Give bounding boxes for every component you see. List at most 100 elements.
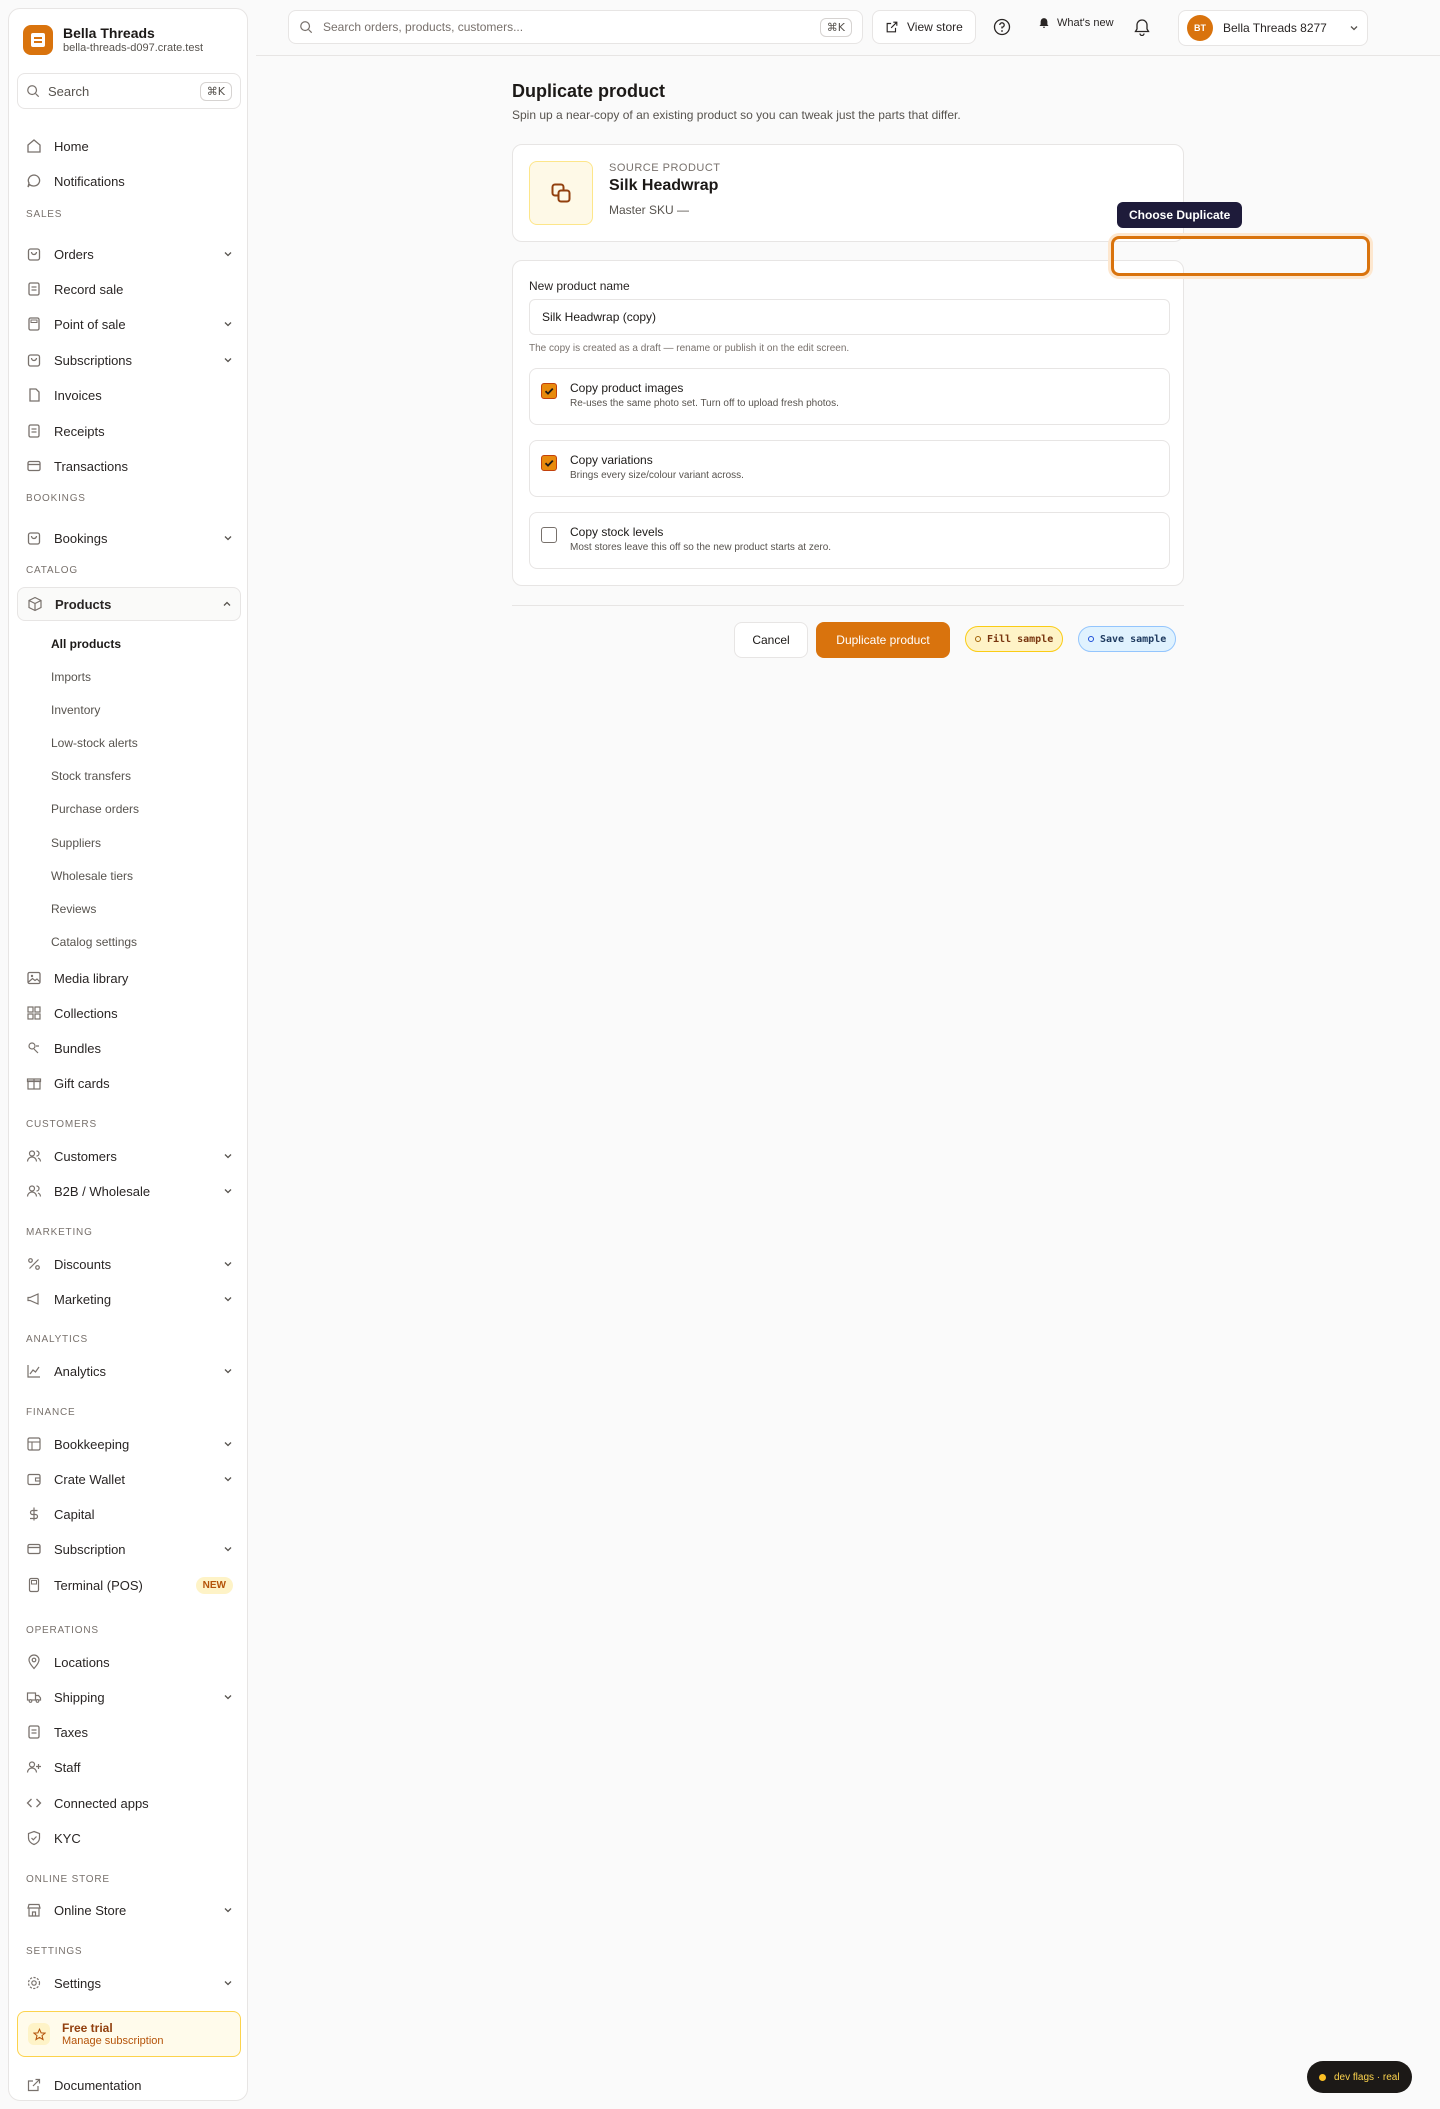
copy-stock-levels-checkbox[interactable] (541, 527, 557, 543)
option-title: Copy variations (570, 453, 653, 467)
dot-icon (975, 636, 981, 642)
sidebar-item-analytics[interactable]: Analytics (17, 1356, 241, 1386)
option-description: Brings every size/colour variant across. (570, 470, 744, 481)
sidebar-item-kyc[interactable]: KYC (17, 1823, 241, 1853)
image-icon (25, 969, 43, 987)
sidebar-item-label: Products (55, 596, 112, 612)
sidebar-item-notifications[interactable]: Notifications (17, 166, 241, 196)
option-description: Most stores leave this off so the new pr… (570, 542, 832, 553)
sidebar-item-bookings[interactable]: Bookings (17, 523, 241, 553)
brand[interactable]: Bella Threads bella-threads-d097.crate.t… (23, 25, 203, 55)
section-label-sales: SALES (26, 209, 63, 220)
sidebar-item-label: Gift cards (54, 1075, 110, 1091)
sidebar-subitem-purchase-orders[interactable]: Purchase orders (51, 802, 139, 816)
sidebar-item-products[interactable]: Products (17, 587, 241, 621)
sidebar-item-label: Settings (54, 1975, 101, 1991)
sidebar-item-label: Locations (54, 1654, 110, 1670)
sidebar-item-customers[interactable]: Customers (17, 1141, 241, 1171)
section-label-bookings: BOOKINGS (26, 493, 86, 504)
sidebar-item-collections[interactable]: Collections (17, 998, 241, 1028)
sidebar-item-locations[interactable]: Locations (17, 1647, 241, 1677)
source-product-kicker: SOURCE PRODUCT (609, 162, 721, 174)
sidebar-item-documentation[interactable]: Documentation (17, 2070, 241, 2100)
dev-flags-badge[interactable]: dev flags · real (1307, 2061, 1412, 2093)
truck-icon (25, 1688, 43, 1706)
credit-card-icon (25, 1540, 43, 1558)
section-label-finance: FINANCE (26, 1407, 76, 1418)
sidebar-item-discounts[interactable]: Discounts (17, 1249, 241, 1279)
sidebar-item-capital[interactable]: Capital (17, 1499, 241, 1529)
highlight-target-box[interactable] (1111, 236, 1370, 276)
sidebar-subitem-suppliers[interactable]: Suppliers (51, 836, 101, 850)
whats-new-button[interactable]: What's new (1038, 17, 1114, 29)
sidebar-item-marketing[interactable]: Marketing (17, 1284, 241, 1314)
sidebar-subitem-all-products[interactable]: All products (51, 637, 121, 651)
new-product-name-input[interactable] (529, 299, 1170, 335)
sidebar-item-transactions[interactable]: Transactions (17, 451, 241, 481)
sidebar-item-subscriptions[interactable]: Subscriptions (17, 345, 241, 375)
copy-variations-checkbox[interactable] (541, 455, 557, 471)
sidebar-item-taxes[interactable]: Taxes (17, 1717, 241, 1747)
sidebar-item-b2b-wholesale[interactable]: B2B / Wholesale (17, 1176, 241, 1206)
sidebar-item-bookkeeping[interactable]: Bookkeeping (17, 1429, 241, 1459)
option-copy-stock-levels[interactable]: Copy stock levels Most stores leave this… (529, 512, 1170, 569)
save-sample-button[interactable]: Save sample (1078, 626, 1177, 652)
copy-images-checkbox[interactable] (541, 383, 557, 399)
box-icon (26, 595, 44, 613)
sidebar-item-shipping[interactable]: Shipping (17, 1682, 241, 1712)
sidebar-item-label: Discounts (54, 1256, 112, 1272)
receipt-icon (25, 422, 43, 440)
sidebar: Bella Threads bella-threads-d097.crate.t… (8, 8, 248, 2101)
chevron-up-icon (223, 601, 231, 606)
sidebar-search[interactable]: Search ⌘K (17, 73, 241, 109)
duplicate-product-button[interactable]: Duplicate product (816, 622, 950, 658)
sidebar-item-receipts[interactable]: Receipts (17, 416, 241, 446)
account-menu[interactable]: BT Bella Threads 8277 (1178, 10, 1368, 46)
sidebar-item-staff[interactable]: Staff (17, 1752, 241, 1782)
chevron-down-icon (224, 1369, 232, 1374)
sidebar-item-point-of-sale[interactable]: Point of sale (17, 309, 241, 339)
sidebar-item-subscription[interactable]: Subscription (17, 1534, 241, 1564)
help-icon[interactable] (992, 17, 1012, 37)
free-trial-card[interactable]: Free trial Manage subscription (17, 2011, 241, 2057)
sidebar-item-crate-wallet[interactable]: Crate Wallet (17, 1464, 241, 1494)
duplicate-icon (529, 161, 593, 225)
sidebar-subitem-wholesale-tiers[interactable]: Wholesale tiers (51, 869, 133, 883)
chevron-down-icon (224, 1442, 232, 1447)
sidebar-subitem-imports[interactable]: Imports (51, 670, 91, 684)
sidebar-item-home[interactable]: Home (17, 131, 241, 161)
sidebar-item-terminal-pos[interactable]: Terminal (POS) NEW (17, 1570, 241, 1600)
sidebar-subitem-reviews[interactable]: Reviews (51, 902, 96, 916)
option-copy-variations[interactable]: Copy variations Brings every size/colour… (529, 440, 1170, 497)
manage-subscription-link[interactable]: Manage subscription (62, 2035, 164, 2047)
fill-sample-button[interactable]: Fill sample (965, 626, 1064, 652)
sidebar-item-connected-apps[interactable]: Connected apps (17, 1788, 241, 1818)
document-icon (25, 386, 43, 404)
global-search-input[interactable]: Search orders, products, customers... ⌘K (288, 10, 863, 44)
sidebar-item-settings[interactable]: Settings (17, 1968, 241, 1998)
source-product-sku: Master SKU — (609, 203, 690, 217)
sidebar-item-label: Online Store (54, 1902, 127, 1918)
sidebar-subitem-low-stock-alerts[interactable]: Low-stock alerts (51, 736, 138, 750)
sidebar-subitem-catalog-settings[interactable]: Catalog settings (51, 935, 137, 949)
sidebar-item-label: Notifications (54, 173, 125, 189)
sidebar-subitem-stock-transfers[interactable]: Stock transfers (51, 769, 131, 783)
sidebar-item-invoices[interactable]: Invoices (17, 380, 241, 410)
chevron-down-icon (224, 536, 232, 541)
sidebar-item-label: Home (54, 138, 89, 154)
cancel-button[interactable]: Cancel (734, 622, 808, 658)
sidebar-item-gift-cards[interactable]: Gift cards (17, 1068, 241, 1098)
sidebar-item-online-store[interactable]: Online Store (17, 1895, 241, 1925)
section-label-online-store: ONLINE STORE (26, 1874, 110, 1885)
sidebar-item-bundles[interactable]: Bundles (17, 1033, 241, 1063)
view-store-button[interactable]: View store (872, 10, 976, 44)
status-dot-icon (1319, 2073, 1326, 2081)
option-copy-images[interactable]: Copy product images Re-uses the same pho… (529, 368, 1170, 425)
sidebar-item-orders[interactable]: Orders (17, 239, 241, 269)
sidebar-item-record-sale[interactable]: Record sale (17, 274, 241, 304)
gift-icon (25, 1074, 43, 1092)
notifications-bell-icon[interactable] (1132, 17, 1152, 37)
sidebar-subitem-inventory[interactable]: Inventory (51, 703, 100, 717)
sidebar-item-media-library[interactable]: Media library (17, 963, 241, 993)
sidebar-item-label: Taxes (54, 1724, 88, 1740)
